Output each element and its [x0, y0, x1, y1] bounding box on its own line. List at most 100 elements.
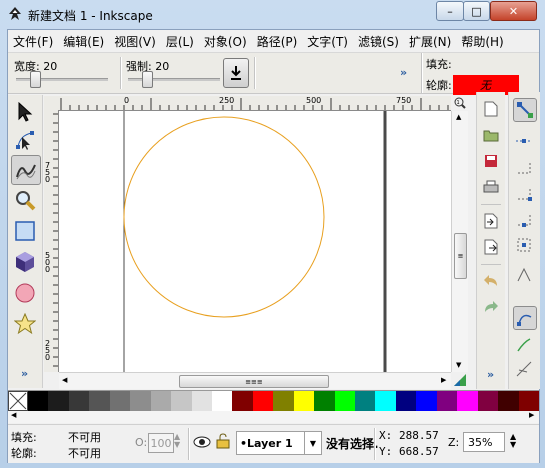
menu-filters[interactable]: 滤镜(S)	[353, 33, 404, 50]
undo-button[interactable]	[480, 270, 502, 292]
close-button[interactable]: ✕	[490, 1, 537, 21]
vertical-ruler[interactable]: 750 500 250	[44, 110, 59, 372]
vertical-scrollbar[interactable]: ▲ ≡ ▼	[451, 111, 468, 372]
pressure-toggle-button[interactable]	[223, 58, 249, 88]
snap-toggle-button[interactable]	[513, 98, 537, 122]
horizontal-ruler[interactable]: 0 250 500 750	[59, 96, 451, 111]
star-tool-button[interactable]	[11, 310, 39, 338]
open-button[interactable]	[480, 124, 502, 146]
palette-swatch[interactable]	[273, 391, 294, 411]
palette-swatch[interactable]	[171, 391, 192, 411]
menu-layer[interactable]: 层(L)	[161, 33, 199, 50]
palette-swatch[interactable]	[436, 391, 458, 411]
zoom-spinner-icon[interactable]: ▲ ▼	[510, 433, 516, 449]
snap-paths-button[interactable]	[513, 306, 537, 330]
palette-swatch[interactable]	[334, 391, 355, 411]
node-tool-button[interactable]	[11, 126, 39, 154]
layer-lock-icon[interactable]	[216, 433, 230, 449]
zoom-tool-button[interactable]	[11, 186, 39, 214]
palette-swatch[interactable]	[375, 391, 396, 411]
palette-swatch[interactable]	[355, 391, 376, 411]
palette-swatch[interactable]	[457, 391, 478, 411]
palette-swatch[interactable]	[28, 391, 49, 411]
more-tools-chevron[interactable]: »	[21, 367, 28, 380]
snap-cusp-nodes-button[interactable]	[513, 358, 535, 380]
palette-swatch[interactable]	[314, 391, 335, 411]
drawing-canvas[interactable]	[59, 111, 451, 372]
opacity-field[interactable]: 100	[148, 433, 174, 453]
palette-swatch[interactable]	[498, 391, 519, 411]
palette-swatch[interactable]	[252, 391, 274, 411]
palette-swatch[interactable]	[293, 391, 315, 411]
palette-swatch[interactable]	[130, 391, 151, 411]
tweak-tool-button[interactable]	[11, 155, 41, 185]
selector-tool-button[interactable]	[11, 98, 39, 126]
menu-help[interactable]: 帮助(H)	[456, 33, 508, 50]
color-mode-toggle[interactable]	[453, 373, 467, 387]
more-controls-chevron[interactable]: »	[400, 66, 407, 79]
scroll-up-arrow-icon[interactable]: ▲	[456, 113, 461, 121]
new-document-button[interactable]	[480, 98, 502, 120]
menu-object[interactable]: 对象(O)	[199, 33, 252, 50]
snap-nodes-button[interactable]	[513, 264, 535, 286]
palette-scroll-left-icon[interactable]: ◀	[11, 411, 16, 419]
layer-visibility-eye-icon[interactable]	[193, 435, 211, 449]
rect-tool-button[interactable]	[11, 217, 39, 245]
palette-swatch[interactable]	[150, 391, 172, 411]
zoom-corner-button[interactable]: 1	[453, 96, 467, 110]
print-button[interactable]	[480, 176, 502, 198]
redo-button[interactable]	[480, 296, 502, 318]
scroll-right-arrow-icon[interactable]: ▶	[441, 376, 446, 384]
snap-bbox-button[interactable]	[513, 130, 535, 152]
import-button[interactable]	[480, 210, 502, 232]
width-slider-thumb[interactable]	[30, 71, 41, 88]
maximize-button[interactable]: □	[463, 1, 490, 21]
palette-scroll-right-icon[interactable]: ▶	[529, 411, 534, 419]
horizontal-scrollbar[interactable]: ◀ ≡≡≡ ▶	[59, 372, 451, 389]
palette-swatch[interactable]	[211, 391, 233, 411]
opacity-spinner-icon[interactable]: ▲ ▼	[174, 433, 180, 449]
snap-bbox-midpoint-button[interactable]	[513, 208, 535, 230]
force-slider-thumb[interactable]	[142, 71, 153, 88]
stroke-indicator-value[interactable]: 无	[480, 77, 491, 93]
palette-swatch[interactable]	[518, 391, 539, 411]
no-color-swatch[interactable]	[8, 391, 28, 411]
layer-dropdown-arrow-icon[interactable]: ▼	[304, 432, 321, 454]
layer-dropdown[interactable]: •Layer 1 ▼	[236, 431, 322, 455]
scroll-down-arrow-icon[interactable]: ▼	[456, 361, 461, 369]
snap-bbox-corner-button[interactable]	[513, 182, 535, 204]
circle-tool-button[interactable]	[11, 279, 39, 307]
snap-bbox-center-button[interactable]	[513, 234, 535, 256]
vertical-scroll-thumb[interactable]: ≡	[454, 233, 467, 279]
palette-scrollbar[interactable]: ◀ ▶	[8, 411, 539, 423]
3dbox-tool-button[interactable]	[11, 248, 39, 276]
v-ruler-label: 250	[45, 339, 51, 362]
palette-swatch[interactable]	[109, 391, 131, 411]
redo-icon	[485, 301, 498, 312]
palette-swatch[interactable]	[68, 391, 90, 411]
menu-edit[interactable]: 编辑(E)	[58, 33, 109, 50]
menu-extensions[interactable]: 扩展(N)	[404, 33, 456, 50]
palette-swatch[interactable]	[416, 391, 437, 411]
h-ruler-label: 500	[306, 96, 322, 105]
palette-swatch[interactable]	[191, 391, 212, 411]
minimize-button[interactable]: –	[436, 1, 464, 21]
menu-file[interactable]: 文件(F)	[8, 33, 58, 50]
palette-swatch[interactable]	[48, 391, 69, 411]
menu-text[interactable]: 文字(T)	[302, 33, 353, 50]
menu-view[interactable]: 视图(V)	[109, 33, 161, 50]
snap-path-intersection-button[interactable]	[513, 334, 535, 356]
scroll-left-arrow-icon[interactable]: ◀	[62, 376, 67, 384]
save-button[interactable]	[480, 150, 502, 172]
horizontal-scroll-thumb[interactable]: ≡≡≡	[179, 375, 329, 388]
more-commands-chevron[interactable]: »	[487, 368, 494, 381]
export-button[interactable]	[480, 236, 502, 258]
palette-swatch[interactable]	[477, 391, 499, 411]
circle-shape[interactable]	[123, 116, 325, 318]
palette-swatch[interactable]	[89, 391, 110, 411]
snap-bbox-edge-button[interactable]	[513, 156, 535, 178]
menu-path[interactable]: 路径(P)	[252, 33, 303, 50]
palette-swatch[interactable]	[395, 391, 417, 411]
palette-swatch[interactable]	[232, 391, 253, 411]
zoom-field[interactable]: 35%	[463, 432, 505, 452]
